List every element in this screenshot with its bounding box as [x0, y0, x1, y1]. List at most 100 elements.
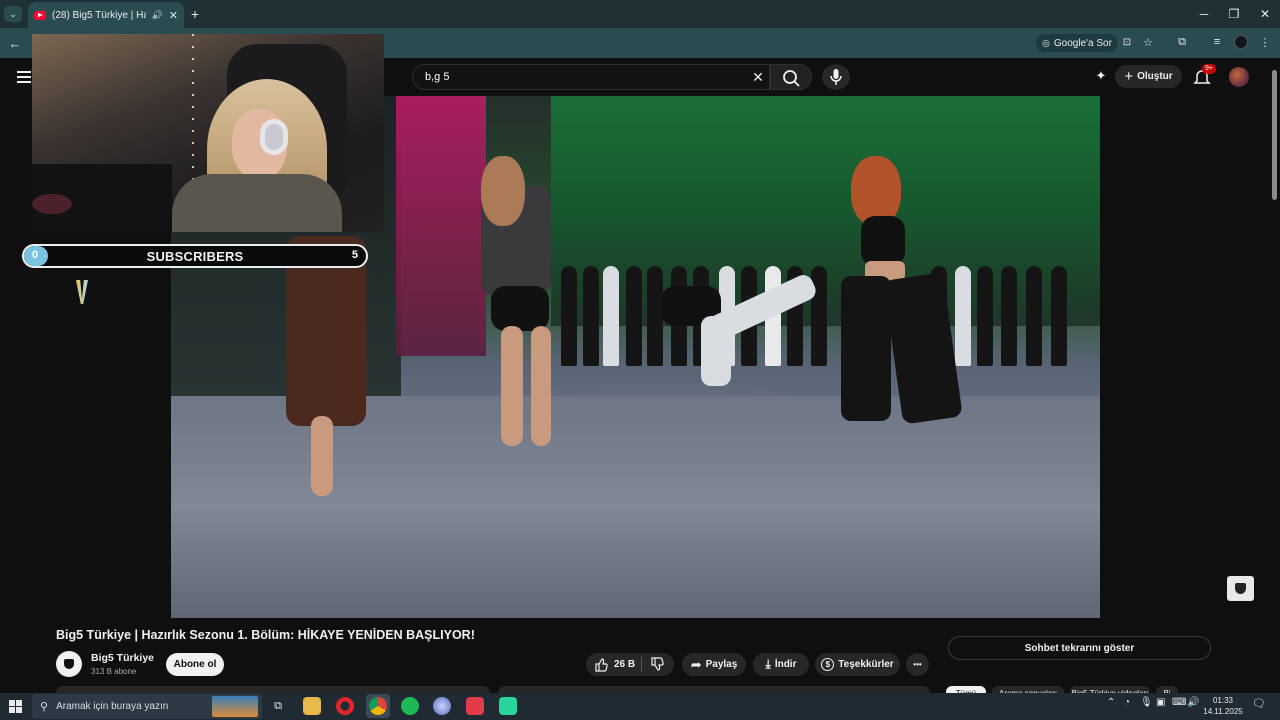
bookmark-star-icon[interactable]: ☆ — [1141, 35, 1155, 49]
big5-logo-icon — [1235, 583, 1246, 594]
like-button[interactable]: 26 B — [594, 657, 636, 672]
media-control-icon[interactable]: ≡ — [1210, 35, 1224, 49]
notification-center-icon[interactable]: 🗨 — [1252, 697, 1266, 710]
browser-tab[interactable]: (28) Big5 Türkiye | Hazırlık S 🔊 ✕ — [28, 2, 184, 28]
like-count: 26 B — [614, 659, 636, 670]
new-tab-button[interactable]: + — [188, 6, 202, 22]
subscriber-current: 0 — [32, 249, 39, 261]
search-query: b,g 5 — [425, 71, 450, 83]
plus-icon: + — [1124, 68, 1134, 85]
tab-title: (28) Big5 Türkiye | Hazırlık S — [52, 9, 146, 21]
account-avatar[interactable] — [1229, 67, 1249, 87]
system-clock[interactable]: 01:33 14.11.2025 — [1200, 695, 1246, 717]
channel-avatar[interactable] — [56, 651, 82, 677]
voice-search-button[interactable] — [822, 64, 850, 90]
crowd-figure — [1051, 266, 1067, 366]
valorant-icon[interactable] — [466, 697, 484, 715]
opera-icon[interactable] — [336, 697, 354, 715]
app-icon[interactable] — [433, 697, 451, 715]
tray-app-icon[interactable]: ◔ — [1124, 697, 1130, 708]
headset — [260, 119, 288, 155]
tray-chevron-icon[interactable]: ⌃ — [1107, 697, 1115, 708]
crowd-figure — [561, 266, 577, 366]
extensions-icon[interactable]: ⧉ — [1175, 35, 1189, 49]
game-app-icon[interactable] — [499, 697, 517, 715]
create-button[interactable]: + Oluştur — [1115, 65, 1182, 88]
dancer-leg — [531, 326, 551, 446]
crowd-figure — [811, 266, 827, 366]
minimize-icon[interactable]: ─ — [1188, 0, 1220, 28]
search-button[interactable] — [770, 64, 812, 90]
google-sor-label: Google'a Sor — [1053, 37, 1112, 49]
download-button[interactable]: ⤓ İndir — [753, 653, 809, 676]
microphone-icon — [830, 69, 842, 85]
chrome-icon[interactable] — [369, 697, 387, 715]
thanks-button[interactable]: $ Teşekkürler — [815, 653, 900, 676]
subscriber-label: SUBSCRIBERS — [146, 248, 244, 264]
dancer-hair — [481, 156, 525, 226]
notifications-button[interactable]: 9+ — [1192, 64, 1216, 87]
tray-meet-icon[interactable]: ▣ — [1156, 697, 1165, 708]
lens-icon: ◎ — [1042, 37, 1050, 48]
channel-watermark-button[interactable] — [1227, 576, 1254, 601]
ai-spark-icon[interactable]: ✦ — [1092, 67, 1110, 85]
subscribe-button[interactable]: Abone ol — [166, 653, 224, 676]
crowd-figure — [603, 266, 619, 366]
youtube-icon — [34, 10, 46, 20]
thanks-label: Teşekkürler — [838, 659, 894, 670]
crowd-figure — [1001, 266, 1017, 366]
subscriber-goal: 5 — [351, 249, 358, 261]
like-dislike-group: 26 B — [586, 653, 674, 676]
volume-icon[interactable]: 🔊 — [1187, 697, 1199, 708]
share-label: Paylaş — [705, 659, 738, 670]
dancer-shorts — [491, 286, 549, 331]
windows-start-icon[interactable] — [9, 700, 22, 713]
crowd-figure — [626, 266, 642, 366]
tray-mic-icon[interactable]: 🎙 — [1140, 697, 1153, 708]
notification-badge: 9+ — [1202, 64, 1216, 74]
dancer-leg — [501, 326, 523, 446]
like-divider — [641, 657, 642, 672]
taskbar-search-icon: ⚲ — [40, 701, 49, 713]
task-view-icon[interactable]: ⧉ — [270, 698, 286, 714]
page-scrollbar[interactable] — [1272, 70, 1277, 200]
crowd-figure — [977, 266, 993, 366]
crowd-figure — [955, 266, 971, 366]
channel-name[interactable]: Big5 Türkiye — [91, 652, 154, 664]
chat-replay-button[interactable]: Sohbet tekrarını göster — [948, 636, 1211, 660]
restore-icon[interactable]: ❐ — [1218, 0, 1250, 28]
create-label: Oluştur — [1137, 71, 1173, 82]
tab-search-icon[interactable]: ⌄ — [4, 6, 22, 22]
search-highlight-image — [212, 696, 258, 717]
speaker-icon[interactable]: 🔊 — [152, 10, 163, 21]
crowd-figure — [583, 266, 599, 366]
download-icon: ⤓ — [765, 657, 771, 671]
file-explorer-icon[interactable] — [303, 697, 321, 715]
tab-close-icon[interactable]: ✕ — [169, 9, 178, 22]
channel-subscribers: 313 B abone — [91, 667, 137, 676]
thumbs-down-icon — [651, 657, 664, 671]
v-logo-icon — [76, 280, 88, 304]
profile-avatar[interactable] — [1234, 35, 1248, 49]
back-arrow-icon[interactable]: ← — [6, 34, 24, 52]
clear-search-icon[interactable]: ✕ — [750, 68, 766, 86]
dislike-button[interactable] — [650, 657, 664, 671]
spotify-icon[interactable] — [401, 697, 419, 715]
dancer-leg — [311, 416, 333, 496]
close-window-icon[interactable]: ✕ — [1249, 0, 1280, 28]
search-icon — [783, 70, 800, 87]
install-app-icon[interactable]: ⊡ — [1120, 35, 1134, 49]
share-button[interactable]: ➦ Paylaş — [682, 653, 746, 676]
taskbar-search-input[interactable]: ⚲ Aramak için buraya yazın — [32, 694, 262, 719]
search-input[interactable]: b,g 5 — [412, 64, 770, 90]
more-actions-button[interactable]: ••• — [906, 653, 929, 676]
browser-menu-icon[interactable]: ⋮ — [1258, 35, 1272, 49]
webcam-overlay — [32, 34, 384, 232]
subscriber-goal-bar: 0 SUBSCRIBERS 5 — [22, 244, 368, 268]
hamburger-menu-icon[interactable] — [17, 71, 31, 83]
streamer-hoodie — [172, 174, 342, 232]
video-scene-pink-light — [396, 96, 486, 356]
google-sor-button[interactable]: ◎ Google'a Sor — [1036, 34, 1118, 52]
video-title: Big5 Türkiye | Hazırlık Sezonu 1. Bölüm:… — [56, 628, 475, 642]
network-icon[interactable]: ⌨ — [1172, 697, 1186, 708]
